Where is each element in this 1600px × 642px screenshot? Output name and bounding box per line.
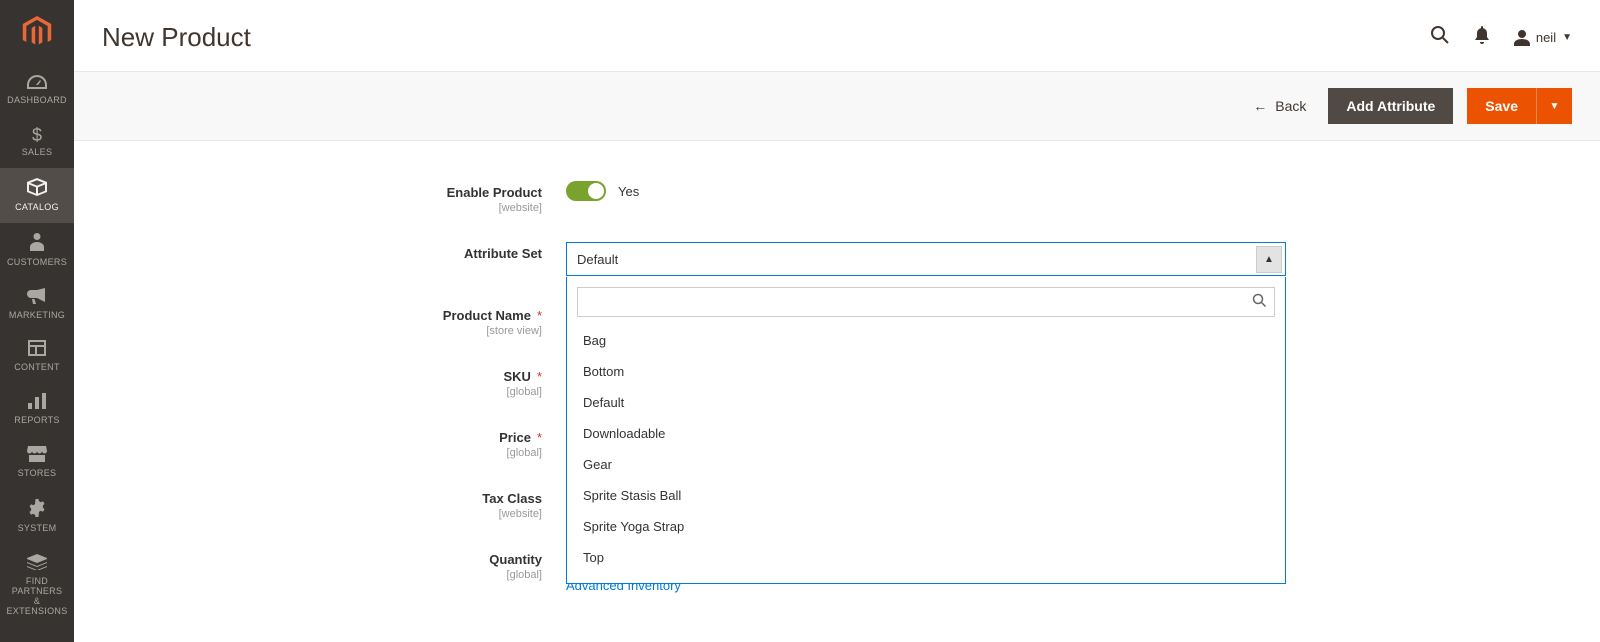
nav-label: CATALOG: [15, 203, 59, 213]
required-mark: *: [537, 430, 542, 445]
nav-find-partners[interactable]: FIND PARTNERS & EXTENSIONS: [0, 544, 74, 627]
nav-label: CONTENT: [14, 363, 60, 373]
required-mark: *: [537, 369, 542, 384]
account-menu[interactable]: neil ▼: [1514, 30, 1572, 46]
chevron-down-icon: ▼: [1562, 32, 1572, 43]
back-label: Back: [1275, 98, 1306, 114]
arrow-left-icon: ←: [1253, 98, 1267, 114]
dollar-icon: $: [32, 126, 42, 144]
save-dropdown-toggle[interactable]: ▼: [1536, 88, 1572, 124]
box-icon: [27, 178, 47, 199]
enable-product-toggle[interactable]: [566, 181, 606, 201]
nav-reports[interactable]: REPORTS: [0, 383, 74, 436]
attribute-set-option[interactable]: Downloadable: [577, 418, 1275, 449]
attribute-set-option[interactable]: Sprite Yoga Strap: [577, 511, 1275, 542]
scope-text: [store view]: [114, 325, 542, 337]
nav-catalog[interactable]: CATALOG: [0, 168, 74, 223]
nav-marketing[interactable]: MARKETING: [0, 278, 74, 331]
main-content: New Product neil ▼ ← Back Add At: [74, 0, 1600, 642]
scope-text: [global]: [114, 386, 542, 398]
toggle-value-text: Yes: [618, 184, 639, 199]
attribute-set-selected: Default: [577, 252, 1256, 267]
tax-class-label: Tax Class: [482, 491, 542, 506]
layout-icon: [28, 340, 46, 359]
required-mark: *: [537, 308, 542, 323]
attribute-set-option[interactable]: Gear: [577, 449, 1275, 480]
search-icon[interactable]: [1430, 25, 1450, 50]
megaphone-icon: [27, 288, 47, 307]
gear-icon: [28, 499, 46, 520]
nav-label: MARKETING: [9, 311, 65, 321]
chevron-down-icon: ▼: [1550, 101, 1560, 112]
attribute-set-option[interactable]: Default: [577, 387, 1275, 418]
attribute-set-dropdown: BagBottomDefaultDownloadableGearSprite S…: [566, 277, 1286, 584]
attribute-set-label: Attribute Set: [464, 246, 542, 261]
partners-icon: [27, 554, 47, 573]
nav-label: CUSTOMERS: [7, 258, 67, 268]
page-header: New Product neil ▼: [74, 0, 1600, 71]
attribute-set-option[interactable]: Top: [577, 542, 1275, 573]
price-label: Price: [499, 430, 531, 445]
quantity-label: Quantity: [489, 552, 542, 567]
attribute-set-option[interactable]: Bottom: [577, 356, 1275, 387]
gauge-icon: [27, 74, 47, 92]
nav-label: FIND PARTNERS & EXTENSIONS: [4, 577, 70, 617]
nav-sales[interactable]: $ SALES: [0, 116, 74, 168]
attribute-set-option[interactable]: Sprite Stasis Ball: [577, 480, 1275, 511]
attribute-set-select[interactable]: Default ▲: [566, 242, 1286, 276]
magento-logo-icon: [21, 16, 53, 48]
admin-sidebar: DASHBOARD $ SALES CATALOG CUSTOMERS MARK…: [0, 0, 74, 642]
nav-dashboard[interactable]: DASHBOARD: [0, 64, 74, 116]
sku-label: SKU: [503, 369, 530, 384]
toggle-knob: [588, 183, 604, 199]
scope-text: [global]: [114, 569, 542, 581]
enable-product-label: Enable Product: [447, 185, 542, 200]
bar-chart-icon: [28, 393, 46, 412]
nav-stores[interactable]: STORES: [0, 436, 74, 489]
chevron-up-icon: ▲: [1256, 246, 1282, 273]
scope-text: [website]: [114, 202, 542, 214]
attribute-set-search-input[interactable]: [577, 287, 1275, 317]
nav-label: REPORTS: [14, 416, 59, 426]
back-button[interactable]: ← Back: [1253, 98, 1306, 114]
nav-label: SYSTEM: [18, 524, 57, 534]
nav-label: SALES: [22, 148, 53, 158]
save-button[interactable]: Save: [1467, 88, 1536, 124]
add-attribute-button[interactable]: Add Attribute: [1328, 88, 1453, 124]
page-title: New Product: [102, 22, 1430, 53]
user-icon: [1514, 30, 1530, 46]
user-name: neil: [1536, 30, 1556, 45]
magento-logo[interactable]: [0, 0, 74, 64]
nav-label: DASHBOARD: [7, 96, 67, 106]
person-icon: [30, 233, 44, 254]
nav-label: STORES: [18, 469, 57, 479]
storefront-icon: [27, 446, 47, 465]
nav-content[interactable]: CONTENT: [0, 330, 74, 383]
scope-text: [website]: [114, 508, 542, 520]
product-form: Enable Product [website] Yes Attribute S…: [74, 141, 1600, 617]
product-name-label: Product Name: [443, 308, 531, 323]
action-bar: ← Back Add Attribute Save ▼: [74, 71, 1600, 141]
nav-system[interactable]: SYSTEM: [0, 489, 74, 544]
scope-text: [global]: [114, 447, 542, 459]
attribute-set-option[interactable]: Bag: [577, 325, 1275, 356]
notifications-icon[interactable]: [1474, 26, 1490, 49]
nav-customers[interactable]: CUSTOMERS: [0, 223, 74, 278]
